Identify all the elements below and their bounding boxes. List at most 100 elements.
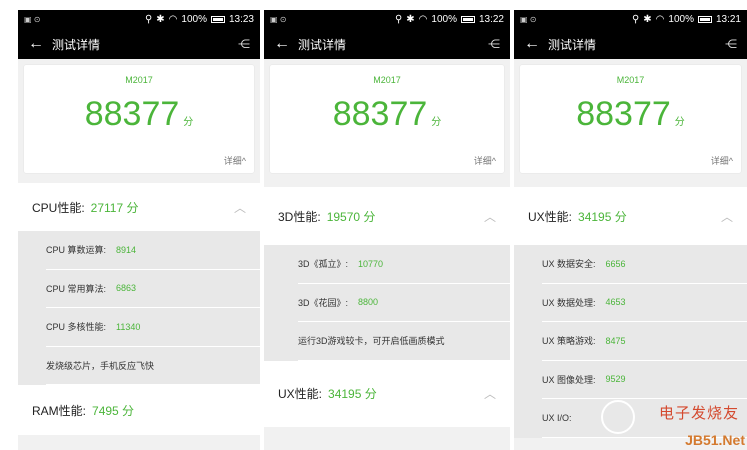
phone-screen-2: ▣ ⊙ ⚲ ✱ ◠ 100% 13:22 ← 测试详情 ⋲ M2017 8837… bbox=[264, 10, 510, 450]
watermark: 电子发烧友 JB51.Net bbox=[597, 394, 747, 450]
section-score: 27117 分 bbox=[90, 200, 139, 215]
row-value: 10770 bbox=[358, 258, 384, 269]
clock: 13:21 bbox=[715, 14, 741, 25]
share-icon[interactable]: ⋲ bbox=[238, 37, 250, 51]
3d-subscores: 3D《孤立》: 10770 3D《花园》: 8800 运行3D游戏较卡，可开启低… bbox=[264, 245, 510, 361]
location-icon: ⚲ bbox=[631, 14, 640, 25]
watermark-cn: 电子发烧友 bbox=[658, 405, 739, 422]
notification-icons: ▣ ⊙ bbox=[24, 15, 41, 24]
cpu-subscores: CPU 算数运算: 8914 CPU 常用算法: 6863 CPU 多核性能: … bbox=[18, 231, 260, 385]
score-unit: 分 bbox=[674, 117, 685, 128]
row-label: CPU 算数运算: bbox=[46, 245, 107, 256]
row-label: UX 数据安全: bbox=[542, 259, 596, 270]
section-score: 19570 分 bbox=[326, 209, 376, 224]
notification-icons: ▣ ⊙ bbox=[520, 15, 537, 24]
back-arrow-icon[interactable]: ← bbox=[274, 35, 298, 53]
row-label: UX 策略游戏: bbox=[542, 336, 596, 347]
share-icon[interactable]: ⋲ bbox=[725, 37, 737, 51]
total-score: 88377 分 bbox=[270, 95, 504, 134]
list-item: CPU 常用算法: 6863 bbox=[46, 270, 260, 308]
section-label: CPU性能: bbox=[32, 200, 85, 215]
list-item: 3D《孤立》: 10770 bbox=[298, 245, 510, 284]
app-bar: ← 测试详情 ⋲ bbox=[514, 29, 747, 59]
score-value: 88377 bbox=[576, 95, 671, 133]
detail-link[interactable]: 详细^ bbox=[474, 154, 496, 167]
bluetooth-icon: ✱ bbox=[643, 14, 652, 25]
device-model: M2017 bbox=[616, 75, 645, 85]
app-bar: ← 测试详情 ⋲ bbox=[18, 29, 260, 59]
list-item: UX 策略游戏: 8475 bbox=[542, 322, 747, 361]
row-label: UX I/O: bbox=[542, 412, 572, 423]
device-model: M2017 bbox=[125, 75, 153, 85]
row-value: 8800 bbox=[358, 297, 379, 308]
section-header-ram[interactable]: RAM性能: 7495 分 bbox=[18, 385, 260, 435]
chevron-up-icon[interactable]: ︿ bbox=[484, 385, 496, 402]
row-label: 运行3D游戏较卡，可开启低画质模式 bbox=[298, 336, 445, 347]
section-header-cpu[interactable]: CPU性能: 27117 分 ︿ bbox=[18, 183, 260, 231]
battery-icon bbox=[697, 16, 712, 23]
total-score: 88377 分 bbox=[520, 95, 741, 134]
section-label: RAM性能: bbox=[32, 403, 87, 418]
section-score: 7495 分 bbox=[92, 403, 135, 418]
list-item: CPU 多核性能: 11340 bbox=[46, 308, 260, 347]
list-item: UX 数据安全: 6656 bbox=[542, 245, 747, 284]
section-header-ux[interactable]: UX性能: 34195 分 ︿ bbox=[264, 360, 510, 427]
detail-link[interactable]: 详细^ bbox=[711, 154, 733, 167]
clock: 13:23 bbox=[228, 14, 254, 25]
page-title: 测试详情 bbox=[548, 37, 597, 52]
section-header-ux[interactable]: UX性能: 34195 分 ︿ bbox=[514, 187, 747, 245]
row-label: 3D《花园》: bbox=[298, 297, 349, 308]
chevron-up-icon[interactable]: ︿ bbox=[234, 199, 246, 216]
section-score: 34195 分 bbox=[578, 209, 627, 224]
score-unit: 分 bbox=[431, 117, 442, 128]
section-label: UX性能: bbox=[528, 209, 573, 224]
score-value: 88377 bbox=[84, 95, 180, 133]
detail-link[interactable]: 详细^ bbox=[224, 154, 246, 167]
notification-icons: ▣ ⊙ bbox=[270, 15, 287, 24]
row-value: 8475 bbox=[605, 335, 626, 346]
phone-screen-1: ▣ ⊙ ⚲ ✱ ◠ 100% 13:23 ← 测试详情 ⋲ M2017 8837… bbox=[18, 10, 260, 450]
battery-percent: 100% bbox=[431, 14, 457, 25]
back-arrow-icon[interactable]: ← bbox=[524, 35, 548, 53]
score-value: 88377 bbox=[332, 95, 428, 133]
battery-percent: 100% bbox=[181, 14, 207, 25]
back-arrow-icon[interactable]: ← bbox=[28, 35, 52, 53]
chevron-up-icon[interactable]: ︿ bbox=[484, 208, 496, 225]
list-item: 发烧级芯片，手机反应飞快 bbox=[46, 347, 260, 385]
location-icon: ⚲ bbox=[144, 14, 153, 25]
row-value: 6656 bbox=[605, 258, 626, 269]
device-model: M2017 bbox=[373, 75, 401, 85]
row-label: UX 数据处理: bbox=[542, 297, 596, 308]
list-item: 运行3D游戏较卡，可开启低画质模式 bbox=[298, 322, 510, 361]
section-label: 3D性能: bbox=[278, 209, 321, 224]
row-value: 8914 bbox=[116, 244, 137, 255]
status-bar: ▣ ⊙ ⚲ ✱ ◠ 100% 13:23 bbox=[18, 10, 260, 29]
bluetooth-icon: ✱ bbox=[406, 14, 415, 25]
list-item: UX 数据处理: 4653 bbox=[542, 284, 747, 322]
share-icon[interactable]: ⋲ bbox=[488, 37, 500, 51]
wifi-icon: ◠ bbox=[655, 14, 665, 25]
row-label: CPU 常用算法: bbox=[46, 283, 107, 294]
status-bar: ▣ ⊙ ⚲ ✱ ◠ 100% 13:22 bbox=[264, 10, 510, 29]
section-score: 34195 分 bbox=[328, 387, 377, 401]
row-value: 9529 bbox=[605, 374, 626, 385]
battery-percent: 100% bbox=[668, 14, 694, 25]
total-score: 88377 分 bbox=[24, 95, 254, 134]
clock: 13:22 bbox=[478, 14, 504, 25]
score-unit: 分 bbox=[183, 117, 194, 128]
score-card: M2017 88377 分 详细^ bbox=[520, 65, 741, 173]
row-value: 6863 bbox=[116, 283, 137, 294]
chevron-up-icon[interactable]: ︿ bbox=[721, 208, 733, 225]
section-header-3d[interactable]: 3D性能: 19570 分 ︿ bbox=[264, 187, 510, 245]
location-icon: ⚲ bbox=[394, 14, 403, 25]
row-label: UX 图像处理: bbox=[542, 374, 596, 385]
row-label: 3D《孤立》: bbox=[298, 259, 349, 270]
page-title: 测试详情 bbox=[298, 37, 347, 52]
watermark-en: JB51.Net bbox=[685, 432, 745, 448]
page-title: 测试详情 bbox=[52, 37, 101, 52]
wifi-icon: ◠ bbox=[418, 14, 428, 25]
score-card: M2017 88377 分 详细^ bbox=[270, 65, 504, 173]
battery-icon bbox=[210, 16, 225, 23]
phone-screen-3: ▣ ⊙ ⚲ ✱ ◠ 100% 13:21 ← 测试详情 ⋲ M2017 8837… bbox=[514, 10, 747, 450]
bluetooth-icon: ✱ bbox=[156, 14, 165, 25]
